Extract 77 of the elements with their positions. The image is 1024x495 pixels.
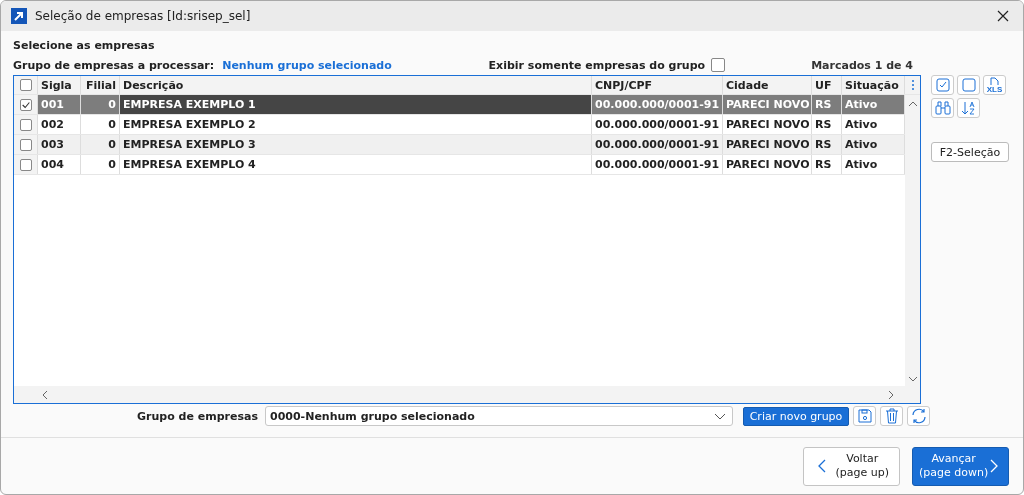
table-cell: 00.000.000/0001-91 bbox=[592, 95, 723, 114]
table-cell: 00.000.000/0001-91 bbox=[592, 135, 723, 154]
refresh-button[interactable] bbox=[907, 406, 930, 426]
group-value[interactable]: Nenhum grupo selecionado bbox=[222, 58, 392, 72]
table-cell: 004 bbox=[38, 155, 81, 174]
table-cell: PARECI NOVO bbox=[723, 135, 812, 154]
filter-checkbox[interactable] bbox=[711, 58, 726, 72]
table-cell: 0 bbox=[81, 155, 120, 174]
group-select-label: Grupo de empresas bbox=[136, 409, 258, 423]
scroll-left-icon[interactable] bbox=[42, 389, 48, 400]
table-cell: 0 bbox=[81, 115, 120, 134]
chevron-down-icon bbox=[714, 412, 726, 420]
marked-count: Marcados 1 de 4 bbox=[811, 58, 913, 72]
find-button[interactable] bbox=[931, 98, 954, 118]
chevron-left-icon bbox=[818, 459, 826, 473]
group-label: Grupo de empresas a processar: bbox=[13, 58, 215, 72]
column-header[interactable]: Sigla bbox=[38, 76, 81, 94]
checkbox-checked-icon bbox=[935, 78, 950, 92]
column-header[interactable]: CNPJ/CPF bbox=[592, 76, 723, 94]
table-cell: EMPRESA EXEMPLO 3 bbox=[120, 135, 592, 154]
row-checkbox[interactable] bbox=[19, 98, 32, 111]
table-cell: PARECI NOVO bbox=[723, 155, 812, 174]
table-cell: 003 bbox=[38, 135, 81, 154]
table-row[interactable]: 003 0 EMPRESA EXEMPLO 3 00.000.000/0001-91 PARECI NOVO RS Ativo bbox=[14, 135, 905, 155]
table-row[interactable]: 004 0 EMPRESA EXEMPLO 4 00.000.000/0001-91 PARECI NOVO RS Ativo bbox=[14, 155, 905, 175]
section-heading: Selecione as empresas bbox=[13, 38, 156, 54]
table-cell: RS bbox=[812, 155, 842, 174]
filter-label: Exibir somente empresas do grupo bbox=[488, 58, 706, 72]
row-checkbox[interactable] bbox=[19, 118, 32, 131]
table-cell: 00.000.000/0001-91 bbox=[592, 115, 723, 134]
scroll-up-icon[interactable] bbox=[907, 101, 918, 107]
column-header[interactable]: Filial bbox=[81, 76, 120, 94]
table-cell: RS bbox=[812, 115, 842, 134]
sort-button[interactable] bbox=[957, 98, 980, 118]
save-button[interactable] bbox=[853, 406, 876, 426]
column-header[interactable]: Cidade bbox=[723, 76, 812, 94]
column-header[interactable]: Descrição bbox=[120, 76, 592, 94]
table-cell: EMPRESA EXEMPLO 1 bbox=[120, 95, 592, 114]
select-all-checkbox[interactable] bbox=[19, 79, 32, 91]
checkbox-empty-icon bbox=[961, 78, 976, 92]
table-cell: EMPRESA EXEMPLO 4 bbox=[120, 155, 592, 174]
chevron-right-icon bbox=[990, 459, 998, 473]
column-header[interactable]: UF bbox=[812, 76, 842, 94]
table-cell: 0 bbox=[81, 95, 120, 114]
group-dropdown[interactable]: 0000-Nenhum grupo selecionado bbox=[265, 406, 733, 426]
export-button[interactable]: XLS bbox=[983, 75, 1006, 95]
scroll-down-icon[interactable] bbox=[907, 376, 918, 382]
create-group-button[interactable]: Criar novo grupo bbox=[743, 406, 849, 426]
table-cell: 002 bbox=[38, 115, 81, 134]
table-cell: RS bbox=[812, 95, 842, 114]
table-cell: RS bbox=[812, 135, 842, 154]
table-cell: EMPRESA EXEMPLO 2 bbox=[120, 115, 592, 134]
selection-button[interactable]: F2-Seleção bbox=[931, 142, 1009, 162]
close-icon[interactable] bbox=[997, 10, 1009, 22]
binoculars-icon bbox=[934, 101, 951, 115]
sort-az-icon bbox=[960, 100, 977, 116]
table-cell: 00.000.000/0001-91 bbox=[592, 155, 723, 174]
uncheck-all-button[interactable] bbox=[957, 75, 980, 95]
more-icon[interactable] bbox=[910, 79, 915, 91]
back-button[interactable]: Voltar (page up) bbox=[803, 446, 900, 486]
trash-icon bbox=[884, 408, 899, 424]
vertical-scrollbar[interactable] bbox=[905, 95, 920, 386]
table-cell: PARECI NOVO bbox=[723, 95, 812, 114]
next-button[interactable]: Avançar (page down) bbox=[912, 446, 1009, 486]
table-cell: Ativo bbox=[842, 95, 905, 114]
table-cell: 001 bbox=[38, 95, 81, 114]
scroll-right-icon[interactable] bbox=[888, 389, 894, 400]
row-checkbox[interactable] bbox=[19, 138, 32, 151]
horizontal-scrollbar[interactable] bbox=[14, 386, 920, 403]
check-all-button[interactable] bbox=[931, 75, 954, 95]
window-title: Seleção de empresas [Id:srisep_sel] bbox=[35, 9, 252, 23]
table-row[interactable]: 001 0 EMPRESA EXEMPLO 1 00.000.000/0001-91 PARECI NOVO RS Ativo bbox=[14, 95, 905, 115]
delete-button[interactable] bbox=[880, 406, 903, 426]
table-cell: 0 bbox=[81, 135, 120, 154]
table-cell: PARECI NOVO bbox=[723, 115, 812, 134]
refresh-icon bbox=[910, 408, 927, 424]
row-checkbox[interactable] bbox=[19, 158, 32, 171]
